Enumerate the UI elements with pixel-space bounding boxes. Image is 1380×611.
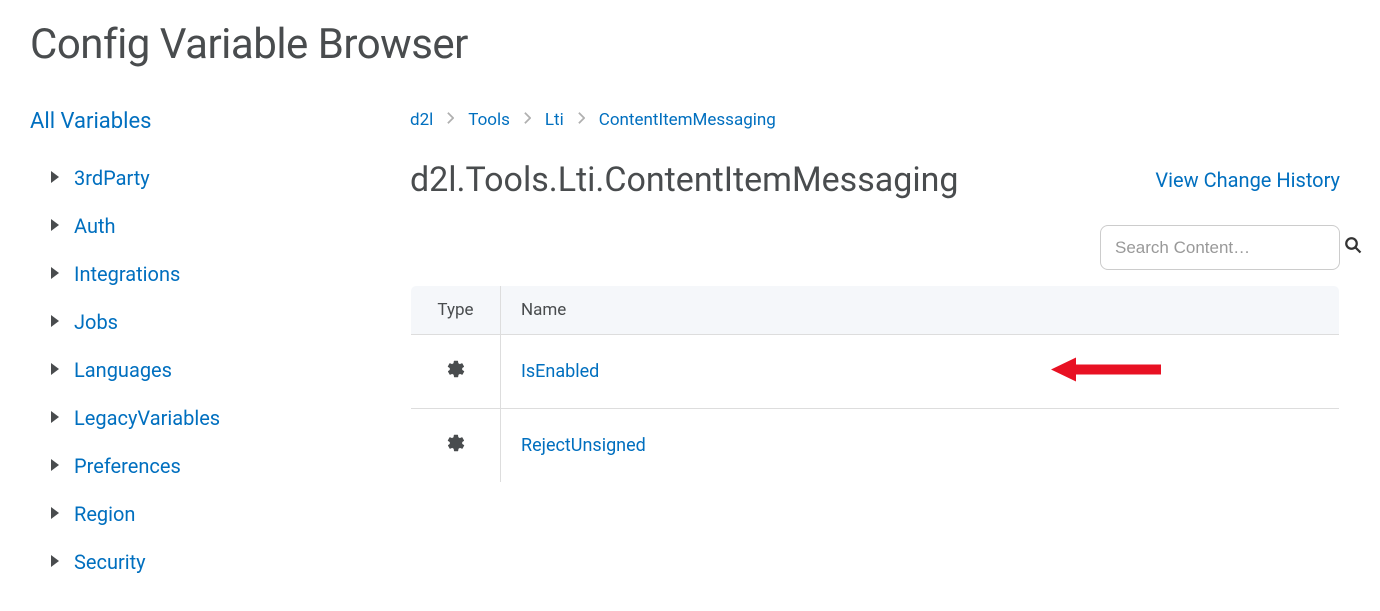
sidebar-item-label: Region: [74, 502, 135, 526]
chevron-right-icon: [578, 109, 585, 130]
tree-list: 3rdParty Auth Integrations Jobs Language…: [30, 154, 370, 586]
caret-right-icon: [50, 505, 62, 524]
red-arrow-annotation: [1051, 354, 1161, 389]
sidebar-item-preferences[interactable]: Preferences: [50, 442, 370, 490]
sidebar-item-label: 3rdParty: [74, 166, 150, 190]
sidebar-item-label: Jobs: [74, 310, 118, 334]
view-change-history-link[interactable]: View Change History: [1155, 168, 1340, 192]
sidebar-item-security[interactable]: Security: [50, 538, 370, 586]
chevron-right-icon: [524, 109, 531, 130]
caret-right-icon: [50, 313, 62, 332]
breadcrumb-item-d2l[interactable]: d2l: [410, 110, 433, 130]
caret-right-icon: [50, 409, 62, 428]
gear-icon: [446, 437, 466, 458]
caret-right-icon: [50, 553, 62, 572]
table-header-type: Type: [411, 286, 501, 335]
search-input[interactable]: [1115, 238, 1336, 258]
variable-link-rejectunsigned[interactable]: RejectUnsigned: [521, 435, 646, 456]
sidebar-item-label: Languages: [74, 358, 172, 382]
table-row: IsEnabled: [411, 335, 1340, 409]
caret-right-icon: [50, 169, 62, 188]
sidebar-item-label: Preferences: [74, 454, 181, 478]
config-variables-table: Type Name IsEnabled: [410, 285, 1340, 483]
table-header-name: Name: [501, 286, 1340, 335]
caret-right-icon: [50, 361, 62, 380]
sidebar: All Variables 3rdParty Auth Integrations…: [30, 109, 370, 586]
sidebar-item-integrations[interactable]: Integrations: [50, 250, 370, 298]
search-box[interactable]: [1100, 225, 1340, 270]
caret-right-icon: [50, 457, 62, 476]
sidebar-heading-all-variables[interactable]: All Variables: [30, 109, 370, 134]
sidebar-item-3rdparty[interactable]: 3rdParty: [50, 154, 370, 202]
variable-link-isenabled[interactable]: IsEnabled: [521, 361, 599, 382]
sidebar-item-region[interactable]: Region: [50, 490, 370, 538]
sidebar-item-legacyvariables[interactable]: LegacyVariables: [50, 394, 370, 442]
main-content: d2l Tools Lti ContentItemMessaging d2l.T…: [410, 109, 1350, 586]
table-row: RejectUnsigned: [411, 409, 1340, 483]
gear-icon: [446, 363, 466, 384]
sidebar-item-label: Integrations: [74, 262, 180, 286]
breadcrumb-item-tools[interactable]: Tools: [468, 110, 510, 130]
sidebar-item-label: Auth: [74, 214, 116, 238]
breadcrumb: d2l Tools Lti ContentItemMessaging: [410, 109, 1340, 130]
breadcrumb-item-contentitemmessaging[interactable]: ContentItemMessaging: [599, 110, 776, 130]
caret-right-icon: [50, 217, 62, 236]
sidebar-item-label: Security: [74, 550, 146, 574]
sidebar-item-languages[interactable]: Languages: [50, 346, 370, 394]
sidebar-item-auth[interactable]: Auth: [50, 202, 370, 250]
sidebar-item-label: LegacyVariables: [74, 406, 220, 430]
search-icon[interactable]: [1344, 236, 1362, 259]
section-heading: d2l.Tools.Lti.ContentItemMessaging: [410, 160, 958, 200]
chevron-right-icon: [447, 109, 454, 130]
breadcrumb-item-lti[interactable]: Lti: [545, 110, 564, 130]
page-title: Config Variable Browser: [30, 20, 1350, 69]
caret-right-icon: [50, 265, 62, 284]
sidebar-item-jobs[interactable]: Jobs: [50, 298, 370, 346]
